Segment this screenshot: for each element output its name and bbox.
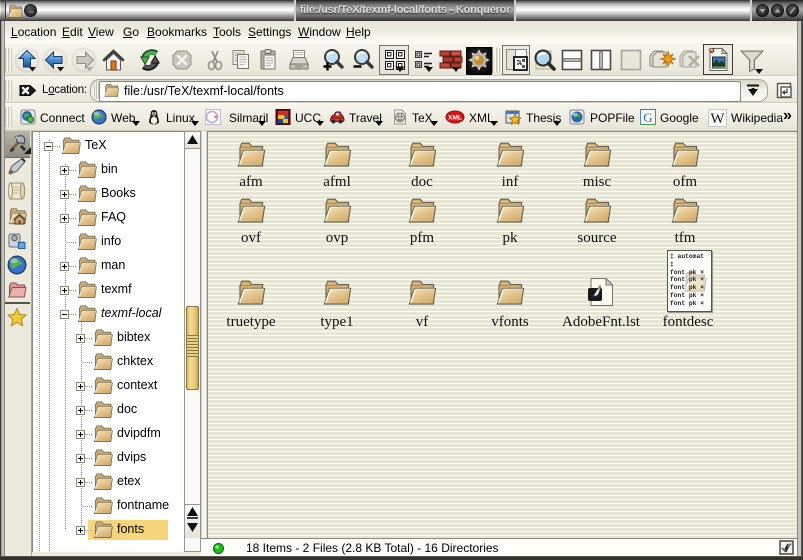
svg-text:G: G — [643, 110, 652, 125]
svg-text:W: W — [710, 111, 725, 127]
svg-text:XML: XML — [448, 115, 462, 122]
